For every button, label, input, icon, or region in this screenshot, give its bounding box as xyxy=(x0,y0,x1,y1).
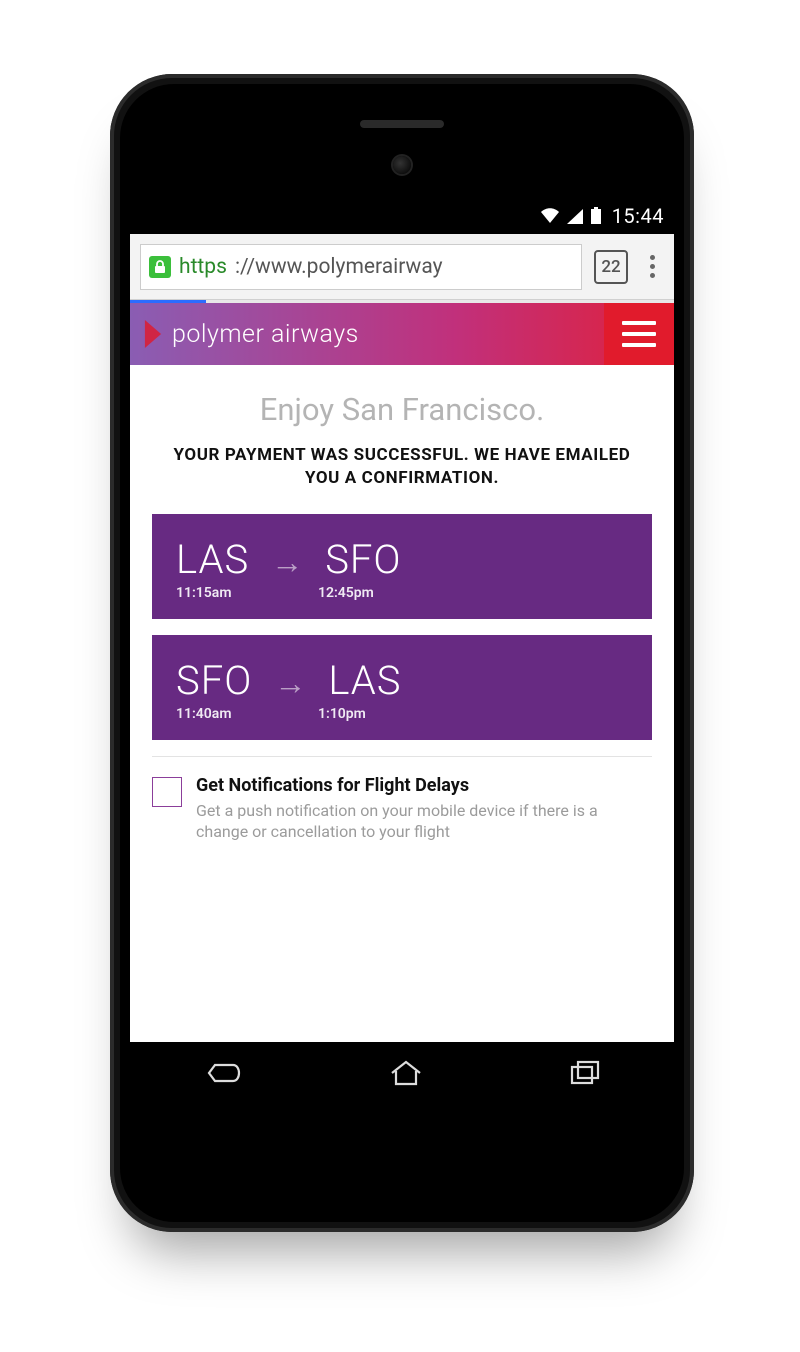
flight-arrive-time: 12:45pm xyxy=(318,585,374,601)
arrow-right-icon: → xyxy=(271,546,303,578)
flight-card-return[interactable]: SFO → LAS 11:40am 1:10pm xyxy=(152,635,652,740)
battery-icon xyxy=(590,207,602,225)
home-button[interactable] xyxy=(389,1059,423,1091)
flight-to: LAS xyxy=(328,657,401,704)
flight-arrive-time: 1:10pm xyxy=(318,706,366,722)
screen: 15:44 https ://www.polymerairway 22 polym… xyxy=(130,198,674,1108)
lock-icon xyxy=(149,256,171,278)
notifications-option: Get Notifications for Flight Delays Get … xyxy=(152,775,652,843)
status-time: 15:44 xyxy=(612,204,664,228)
flight-to: SFO xyxy=(325,536,401,583)
android-status-bar: 15:44 xyxy=(130,198,674,234)
flight-from: SFO xyxy=(176,657,252,704)
flight-depart-time: 11:15am xyxy=(176,585,296,601)
brand-logo-icon xyxy=(145,320,161,348)
browser-menu-button[interactable] xyxy=(640,250,664,284)
page-load-progress xyxy=(130,300,674,303)
arrow-right-icon: → xyxy=(274,667,306,699)
brand[interactable]: polymer airways xyxy=(130,320,604,349)
tab-count-button[interactable]: 22 xyxy=(594,250,628,284)
phone-frame: 15:44 https ://www.polymerairway 22 polym… xyxy=(110,74,694,1232)
app-header: polymer airways xyxy=(130,303,674,365)
url-scheme: https xyxy=(179,255,227,279)
menu-button[interactable] xyxy=(604,303,674,365)
flight-from: LAS xyxy=(176,536,249,583)
cell-signal-icon xyxy=(566,208,584,224)
page-subline: YOUR PAYMENT WAS SUCCESSFUL. WE HAVE EMA… xyxy=(158,444,646,490)
phone-camera xyxy=(393,156,411,174)
notifications-checkbox[interactable] xyxy=(152,777,182,807)
page-content: Enjoy San Francisco. YOUR PAYMENT WAS SU… xyxy=(130,365,674,853)
wifi-icon xyxy=(540,208,560,224)
android-nav-bar xyxy=(130,1042,674,1108)
brand-name: polymer airways xyxy=(172,320,359,349)
flight-card-outbound[interactable]: LAS → SFO 11:15am 12:45pm xyxy=(152,514,652,619)
notifications-description: Get a push notification on your mobile d… xyxy=(196,800,652,843)
tab-count-value: 22 xyxy=(601,257,620,277)
url-bar[interactable]: https ://www.polymerairway xyxy=(140,244,582,290)
recent-apps-button[interactable] xyxy=(569,1060,601,1090)
page-headline: Enjoy San Francisco. xyxy=(152,391,652,428)
back-button[interactable] xyxy=(203,1059,243,1091)
chrome-toolbar: https ://www.polymerairway 22 xyxy=(130,234,674,300)
flight-depart-time: 11:40am xyxy=(176,706,296,722)
notifications-title: Get Notifications for Flight Delays xyxy=(196,775,652,796)
phone-speaker xyxy=(360,120,444,128)
url-path: ://www.polymerairway xyxy=(235,255,443,279)
divider xyxy=(152,756,652,757)
